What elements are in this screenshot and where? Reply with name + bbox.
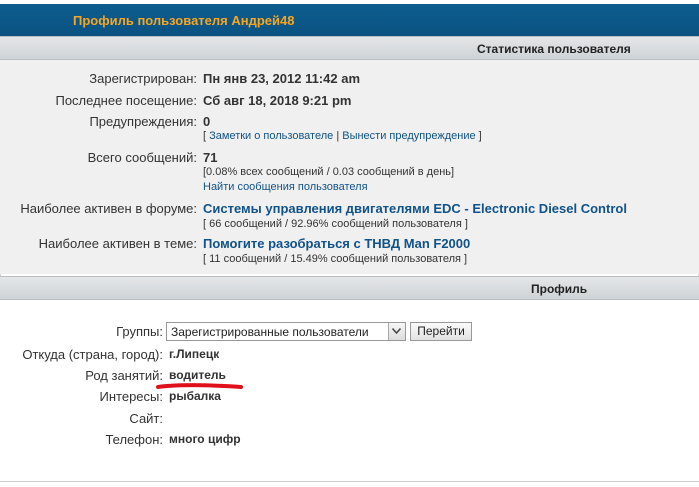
phone-value: много цифр xyxy=(169,432,241,446)
posts-detail: [0.08% всех сообщений / 0.03 сообщений в… xyxy=(203,166,455,178)
last-visit-label: Последнее посещение: xyxy=(55,93,197,108)
website-label: Сайт: xyxy=(129,411,163,426)
last-visit-value: Сб авг 18, 2018 9:21 pm xyxy=(203,93,352,108)
groups-select-value: Зарегистрированные пользователи xyxy=(171,325,369,339)
links-separator: | xyxy=(336,130,340,142)
user-notes-link[interactable]: Заметки о пользователе xyxy=(209,130,333,142)
profile-header-bar: Профиль пользователя Андрей48 xyxy=(0,0,699,36)
active-topic-link[interactable]: Помогите разобраться с ТНВД Man F2000 xyxy=(203,236,470,251)
profile-page: Профиль пользователя Андрей48 Статистика… xyxy=(0,0,699,487)
active-topic-label: Наиболее активен в теме: xyxy=(38,236,197,251)
chevron-down-icon[interactable] xyxy=(388,323,405,340)
find-user-posts-link[interactable]: Найти сообщения пользователя xyxy=(203,181,368,193)
registered-value: Пн янв 23, 2012 11:42 am xyxy=(203,71,360,86)
groups-label: Группы: xyxy=(116,324,163,339)
bracket-close: ] xyxy=(478,130,482,142)
page-title: Профиль пользователя Андрей48 xyxy=(73,13,295,28)
posts-label: Всего сообщений: xyxy=(87,150,197,165)
warnings-links: [ Заметки о пользователе | Вынести преду… xyxy=(203,130,482,142)
interests-label: Интересы: xyxy=(99,389,163,404)
stats-section-header: Статистика пользователя xyxy=(0,36,699,60)
active-forum-detail: [ 66 сообщений / 92.96% сообщений пользо… xyxy=(203,218,468,230)
location-value: г.Липецк xyxy=(169,347,220,361)
warnings-label: Предупреждения: xyxy=(89,114,197,129)
bottom-divider xyxy=(0,481,699,482)
issue-warning-link[interactable]: Вынести предупреждение xyxy=(342,130,475,142)
active-topic-detail: [ 11 сообщений / 15.49% сообщений пользо… xyxy=(203,253,468,265)
occupation-label: Род занятий: xyxy=(85,368,163,383)
warnings-value: 0 xyxy=(203,114,211,129)
bracket-open: [ xyxy=(203,130,207,142)
registered-label: Зарегистрирован: xyxy=(89,71,197,86)
go-button[interactable]: Перейти xyxy=(410,322,472,341)
groups-select[interactable]: Зарегистрированные пользователи xyxy=(166,322,406,341)
phone-label: Телефон: xyxy=(105,432,163,447)
profile-section-header: Профиль xyxy=(0,276,699,300)
active-forum-link[interactable]: Системы управления двигателями EDC - Ele… xyxy=(203,201,627,216)
active-forum-label: Наиболее активен в форуме: xyxy=(20,201,197,216)
location-label: Откуда (страна, город): xyxy=(22,347,163,362)
posts-value: 71 xyxy=(203,150,218,165)
stats-section-title: Статистика пользователя xyxy=(477,42,631,56)
interests-value: рыбалка xyxy=(169,389,221,403)
profile-section-title: Профиль xyxy=(531,282,588,296)
